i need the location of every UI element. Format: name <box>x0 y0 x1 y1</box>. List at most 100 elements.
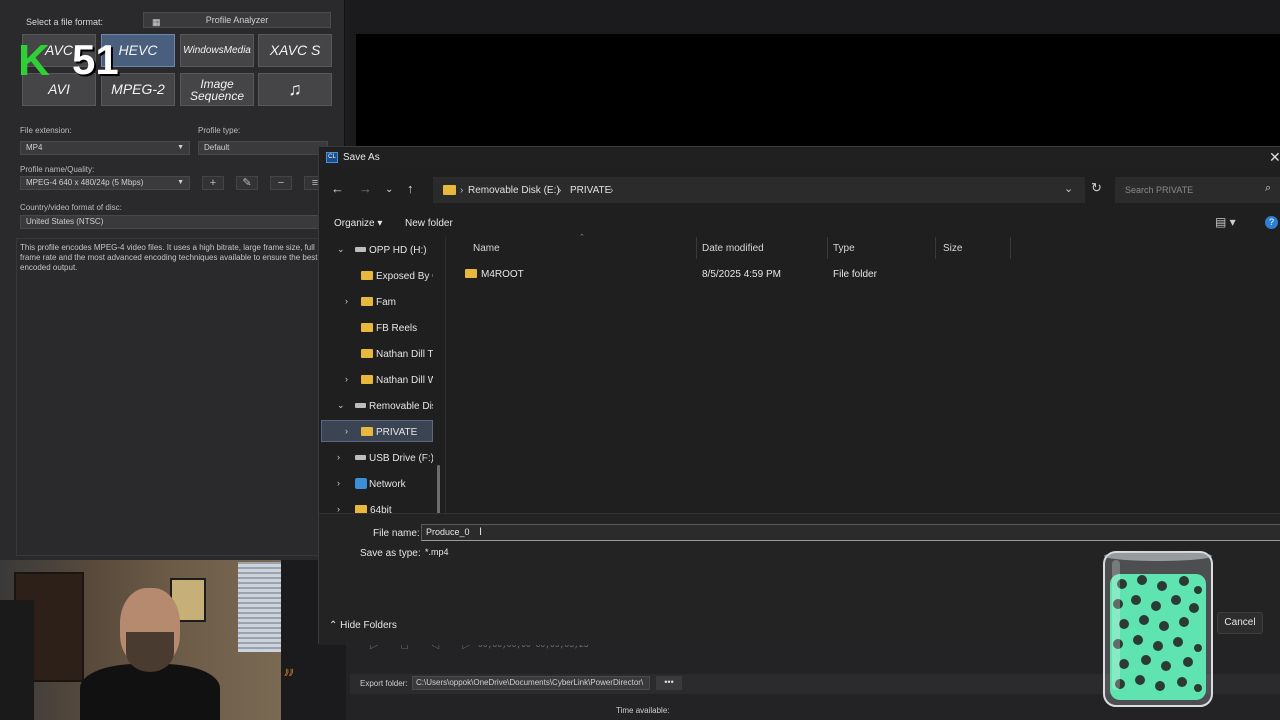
nav-item-label: Nathan Dill Te <box>376 349 433 360</box>
velocity-badge: ⟫⟫ <box>284 668 293 677</box>
table-row[interactable]: M4ROOT 8/5/2025 4:59 PM File folder <box>457 265 1280 285</box>
file-name-label: File name: <box>373 528 420 539</box>
breadcrumb-private[interactable]: PRIVATE <box>570 185 611 196</box>
drive-icon <box>355 455 366 460</box>
nav-item-label: Network <box>369 479 406 490</box>
profile-analyzer-label: Profile Analyzer <box>205 15 269 25</box>
browse-more-button[interactable]: ••• <box>656 676 682 690</box>
nav-item-network[interactable]: › Network <box>321 473 433 495</box>
column-separator[interactable] <box>935 237 936 259</box>
jar-of-beans-overlay <box>1103 551 1213 707</box>
analyzer-icon: ▦ <box>152 17 161 27</box>
nav-item-fam[interactable]: › Fam <box>321 291 433 313</box>
up-icon[interactable]: ↑ <box>407 181 414 196</box>
edit-profile-icon[interactable]: ✎ <box>236 176 258 190</box>
column-header-date[interactable]: Date modified <box>702 243 764 254</box>
search-placeholder: Search PRIVATE <box>1125 185 1194 195</box>
format-windowsmedia-button[interactable]: WindowsMedia <box>180 34 254 67</box>
column-header-name[interactable]: Name <box>473 243 500 254</box>
file-name-input[interactable]: Produce_0 <box>421 524 1280 541</box>
new-folder-button[interactable]: New folder <box>405 218 453 229</box>
breadcrumb-separator: › <box>460 185 464 196</box>
column-separator[interactable] <box>1010 237 1011 259</box>
profile-type-value: Default <box>204 143 230 152</box>
breadcrumb-removable-disk[interactable]: Removable Disk (E:) <box>468 185 560 196</box>
format-xavcs-button[interactable]: XAVC S <box>258 34 332 67</box>
nav-item-private[interactable]: › PRIVATE <box>321 420 433 442</box>
file-extension-label: File extension: <box>20 126 72 135</box>
hide-folders-button[interactable]: ⌃ Hide Folders <box>329 620 397 631</box>
network-icon <box>355 478 367 489</box>
breadcrumb-separator: › <box>610 185 614 196</box>
column-separator[interactable] <box>696 237 697 259</box>
column-separator[interactable] <box>827 237 828 259</box>
help-icon[interactable]: ? <box>1265 216 1278 229</box>
nav-item-removable-disk[interactable]: ⌄ Removable Dis <box>321 395 433 417</box>
nav-item-usb-drive[interactable]: › USB Drive (F:) <box>321 447 433 469</box>
description-box <box>16 238 334 556</box>
app-icon: CL <box>326 152 338 163</box>
profile-analyzer-button[interactable]: ▦ Profile Analyzer <box>143 12 331 28</box>
recent-locations-icon[interactable]: ⌄ <box>385 184 393 195</box>
address-bar[interactable]: › Removable Disk (E:) › PRIVATE › ⌄ <box>433 177 1085 203</box>
column-header-size[interactable]: Size <box>943 243 962 254</box>
organize-button[interactable]: Organize ▾ <box>334 218 382 229</box>
chevron-right-icon: › <box>345 374 348 384</box>
webcam-person-shirt <box>80 664 220 720</box>
nav-item-fb-reels[interactable]: FB Reels <box>321 317 433 339</box>
refresh-icon[interactable]: ↻ <box>1091 180 1102 196</box>
row-type: File folder <box>833 269 877 280</box>
remove-profile-icon[interactable]: − <box>270 176 292 190</box>
close-icon[interactable]: ✕ <box>1269 149 1280 166</box>
navigation-pane: ⌄ OPP HD (H:) Exposed By C › Fam FB Reel… <box>319 237 441 533</box>
chevron-down-icon: ⌄ <box>337 400 345 410</box>
logo-number: 51 <box>72 36 119 83</box>
sort-up-icon: ⌃ <box>579 234 585 241</box>
breadcrumb-separator: › <box>558 185 562 196</box>
chevron-right-icon: › <box>337 452 340 462</box>
country-select[interactable]: United States (NTSC) <box>20 215 330 229</box>
webcam-overlay <box>0 560 281 720</box>
profile-name-select[interactable]: MPEG-4 640 x 480/24p (5 Mbps) ▼ <box>20 176 190 190</box>
nav-item-nathan-dill-te[interactable]: Nathan Dill Te <box>321 343 433 365</box>
folder-icon <box>443 185 456 195</box>
profile-name-value: MPEG-4 640 x 480/24p (5 Mbps) <box>26 178 144 187</box>
nav-item-exposed[interactable]: Exposed By C <box>321 265 433 287</box>
webcam-chair <box>0 600 34 720</box>
chevron-up-icon: ⌃ <box>329 620 338 631</box>
nav-item-opp-hd[interactable]: ⌄ OPP HD (H:) <box>321 239 433 261</box>
country-label: Country/video format of disc: <box>20 203 122 212</box>
pane-divider[interactable] <box>445 237 446 513</box>
country-value: United States (NTSC) <box>26 217 104 226</box>
add-profile-icon[interactable]: + <box>202 176 224 190</box>
nav-item-label: PRIVATE <box>376 427 418 438</box>
file-extension-select[interactable]: MP4 ▼ <box>20 141 190 155</box>
folder-icon <box>361 323 373 332</box>
row-name: M4ROOT <box>481 269 524 280</box>
file-list: ⌃ Name Date modified Type Size M4ROOT 8/… <box>447 234 1280 513</box>
view-options-icon[interactable]: ▤ ▾ <box>1215 215 1236 229</box>
nav-item-label: Nathan Dill W <box>376 375 433 386</box>
video-preview <box>356 34 1280 146</box>
search-icon: ⌕ <box>1265 182 1272 194</box>
save-as-type-label: Save as type: <box>360 548 421 559</box>
navigation-row: ← → ⌄ ↑ › Removable Disk (E:) › PRIVATE … <box>319 177 1280 205</box>
nav-item-label: Exposed By C <box>376 271 433 282</box>
profile-description: This profile encodes MPEG-4 video files.… <box>20 243 318 272</box>
profile-type-select[interactable]: Default <box>198 141 328 155</box>
export-folder-input[interactable]: C:\Users\oppok\OneDrive\Documents\CyberL… <box>412 676 650 690</box>
address-dropdown-icon[interactable]: ⌄ <box>1064 182 1073 195</box>
dialog-title: Save As <box>343 152 380 163</box>
column-header-type[interactable]: Type <box>833 243 855 254</box>
nav-item-nathan-dill-w[interactable]: › Nathan Dill W <box>321 369 433 391</box>
forward-icon[interactable]: → <box>359 181 372 196</box>
format-audio-button[interactable]: ♫ <box>258 73 332 106</box>
cancel-button[interactable]: Cancel <box>1217 612 1263 634</box>
folder-icon <box>465 269 477 278</box>
format-image-sequence-button[interactable]: Image Sequence <box>180 73 254 106</box>
folder-icon <box>361 427 373 436</box>
search-box[interactable]: Search PRIVATE ⌕ <box>1115 177 1280 203</box>
back-icon[interactable]: ← <box>331 181 344 196</box>
chevron-down-icon: ⌄ <box>337 244 345 254</box>
dialog-titlebar[interactable]: CL Save As ✕ <box>319 147 1280 169</box>
